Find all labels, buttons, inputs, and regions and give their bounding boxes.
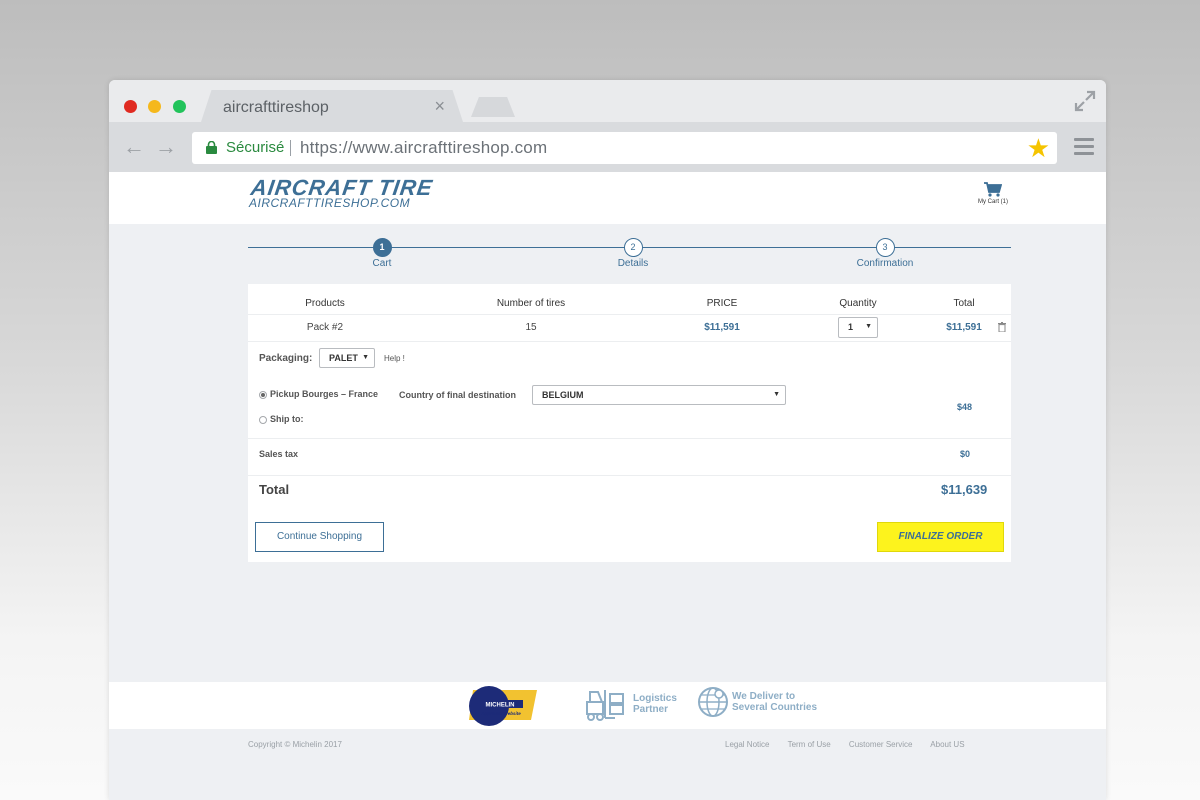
unit-price: $11,591 (704, 322, 740, 333)
chevron-down-icon: ▼ (362, 354, 369, 361)
destination-select[interactable]: BELGIUM ▼ (532, 385, 786, 405)
quantity-select[interactable]: 1 ▼ (838, 317, 878, 338)
badge-caption: Approved Website (480, 711, 521, 716)
column-header-products: Products (305, 298, 345, 309)
column-header-tires: Number of tires (496, 298, 566, 309)
help-link[interactable]: Help ! (384, 354, 405, 363)
browser-tab[interactable]: aircrafttireshop × (201, 90, 463, 122)
total-amount: $11,639 (941, 482, 988, 497)
back-arrow-icon[interactable]: ← (123, 136, 145, 158)
column-header-price: PRICE (706, 298, 738, 309)
step-number: 3 (875, 238, 895, 257)
sales-tax-label: Sales tax (259, 449, 299, 459)
cart-label: My Cart (1) (978, 199, 1008, 205)
step-details: 2 Details (588, 238, 678, 269)
tab-title: aircrafttireshop (223, 99, 329, 116)
footer-link-about[interactable]: About US (930, 740, 964, 749)
web-page: AIRCRAFT TIRE AIRCRAFTTIRESHOP.COM My Ca… (109, 172, 1106, 800)
column-header-quantity: Quantity (839, 298, 877, 309)
fullscreen-icon[interactable] (1074, 90, 1096, 112)
tire-count: 15 (525, 322, 537, 333)
pickup-radio[interactable] (259, 391, 267, 399)
step-number: 2 (623, 238, 643, 257)
total-label: Total (259, 482, 290, 497)
ship-to-radio[interactable] (259, 416, 267, 424)
shopping-cart-icon (984, 182, 1002, 197)
destination-value: BELGIUM (542, 390, 584, 400)
footer-link-legal[interactable]: Legal Notice (725, 740, 769, 749)
row-divider (248, 438, 1011, 439)
chevron-down-icon: ▼ (773, 391, 780, 398)
step-label: Cart (372, 258, 392, 269)
site-header: AIRCRAFT TIRE AIRCRAFTTIRESHOP.COM My Ca… (109, 172, 1106, 224)
packaging-select[interactable]: PALET ▼ (319, 348, 375, 368)
michelin-approved-badge: MICHELIN Approved Website (469, 686, 537, 726)
cart-card: Products Number of tires PRICE Quantity … (248, 284, 1011, 562)
sales-tax-amount: $0 (960, 449, 971, 459)
step-label: Confirmation (856, 258, 914, 269)
browser-window: aircrafttireshop × ← → Sécurisé https://… (109, 80, 1106, 800)
row-divider (248, 341, 1011, 342)
logistics-line-1: Logistics (633, 693, 677, 704)
step-number: 1 (372, 238, 392, 257)
step-label: Details (617, 258, 649, 269)
footer-link-customer-service[interactable]: Customer Service (849, 740, 913, 749)
packaging-label: Packaging: (259, 353, 313, 364)
secure-label: Sécurisé (226, 139, 285, 156)
footer-badges: MICHELIN Approved Website Logistics Part… (109, 682, 1106, 729)
footer-link-terms[interactable]: Term of Use (788, 740, 831, 749)
browser-menu-icon[interactable] (1074, 138, 1094, 156)
deliver-line-2: Several Countries (732, 702, 818, 713)
deliver-line-1: We Deliver to (732, 691, 796, 702)
globe-icon (698, 687, 728, 717)
shipping-amount: $48 (957, 402, 973, 412)
address-divider (290, 140, 291, 156)
logistics-partner-label: Logistics Partner (633, 693, 677, 715)
copyright-text: Copyright © Michelin 2017 (248, 740, 342, 749)
bookmark-star-icon[interactable]: ★ (1027, 134, 1050, 162)
forward-arrow-icon[interactable]: → (155, 136, 177, 158)
product-name: Pack #2 (306, 322, 344, 333)
continue-shopping-button[interactable]: Continue Shopping (255, 522, 384, 552)
tab-close-icon[interactable]: × (434, 96, 445, 117)
pickup-label: Pickup Bourges – France (270, 389, 379, 399)
site-logo-subtitle: AIRCRAFTTIRESHOP.COM (249, 196, 411, 210)
deliver-countries-label: We Deliver to Several Countries (732, 691, 817, 713)
line-total: $11,591 (946, 322, 982, 333)
trash-icon[interactable] (998, 322, 1006, 332)
packaging-value: PALET (329, 353, 358, 363)
maximize-window-button[interactable] (173, 100, 186, 113)
column-header-total: Total (953, 298, 975, 309)
navigation-bar: ← → Sécurisé https://www.aircrafttiresho… (109, 122, 1106, 172)
url-text[interactable]: https://www.aircrafttireshop.com (300, 138, 547, 158)
footer-links: Legal Notice Term of Use Customer Servic… (725, 740, 981, 749)
row-divider (248, 314, 1011, 315)
my-cart-link[interactable]: My Cart (1) (971, 182, 1015, 205)
row-divider (248, 475, 1011, 476)
address-bar[interactable]: Sécurisé https://www.aircrafttireshop.co… (192, 132, 1057, 164)
logistics-line-2: Partner (633, 704, 669, 715)
badge-brand: MICHELIN (486, 703, 515, 709)
step-cart: 1 Cart (337, 238, 427, 269)
tab-strip: aircrafttireshop × (109, 80, 1106, 122)
minimize-window-button[interactable] (148, 100, 161, 113)
forklift-icon (586, 690, 624, 721)
step-confirmation: 3 Confirmation (840, 238, 930, 269)
close-window-button[interactable] (124, 100, 137, 113)
destination-label: Country of final destination (399, 390, 516, 400)
ship-to-label: Ship to: (270, 414, 304, 424)
quantity-value: 1 (848, 322, 854, 332)
new-tab-button[interactable] (471, 97, 515, 117)
finalize-order-button[interactable]: FINALIZE ORDER (877, 522, 1004, 552)
lock-icon (206, 141, 217, 154)
chevron-down-icon: ▼ (865, 323, 872, 330)
